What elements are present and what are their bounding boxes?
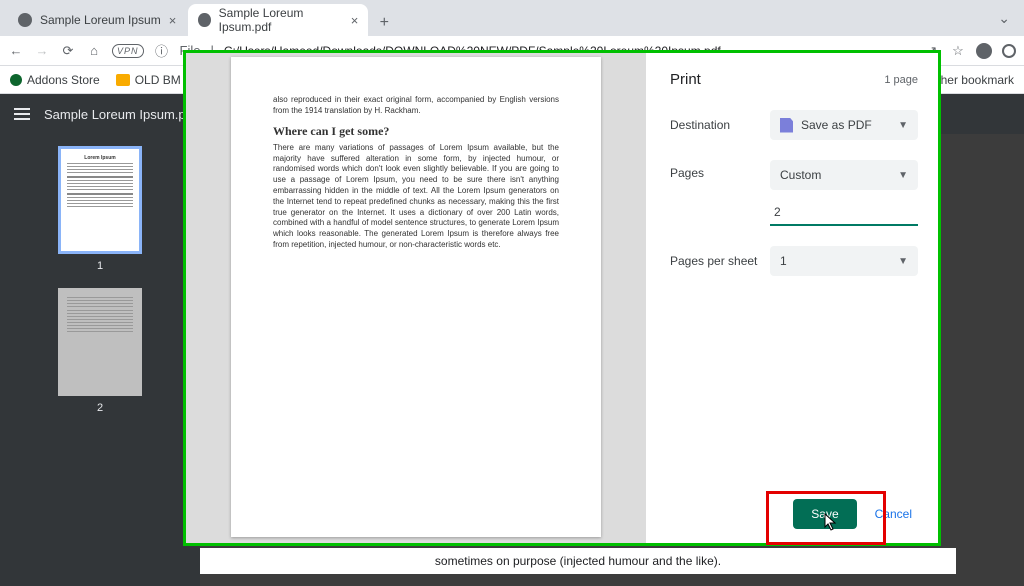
bookmark-label: OLD BM	[135, 73, 181, 87]
pages-per-sheet-label: Pages per sheet	[670, 254, 770, 268]
pages-label: Pages	[670, 160, 770, 180]
globe-icon	[18, 13, 32, 27]
pages-per-sheet-value: 1	[780, 254, 787, 268]
thumbnail-1[interactable]: Lorem Ipsum 1	[0, 146, 200, 272]
new-tab-button[interactable]: +	[370, 14, 398, 36]
destination-dropdown[interactable]: Save as PDF ▼	[770, 110, 918, 140]
tab-0[interactable]: Sample Loreum Ipsum ×	[8, 4, 186, 36]
pages-mode-dropdown[interactable]: Custom ▼	[770, 160, 918, 190]
reload-icon[interactable]: ⟳	[60, 43, 76, 59]
browser-tabstrip: Sample Loreum Ipsum × Sample Loreum Ipsu…	[0, 0, 1024, 36]
thumbnail-sidebar: Lorem Ipsum 1 2	[0, 134, 200, 586]
print-settings-panel: Print 1 page Destination Save as PDF ▼ P…	[646, 53, 938, 543]
star-icon[interactable]: ☆	[950, 43, 966, 59]
print-preview-area: also reproduced in their exact original …	[186, 53, 646, 543]
pages-mode-value: Custom	[780, 168, 821, 182]
destination-label: Destination	[670, 118, 770, 132]
extension-icon[interactable]	[976, 43, 992, 59]
preview-body: There are many variations of passages of…	[273, 143, 559, 251]
vpn-badge[interactable]: VPN	[112, 44, 144, 58]
pdf-filename: Sample Loreum Ipsum.pdf	[44, 107, 196, 122]
globe-icon	[198, 13, 210, 27]
close-icon[interactable]: ×	[351, 13, 359, 28]
cancel-button[interactable]: Cancel	[869, 499, 918, 529]
tab-1-active[interactable]: Sample Loreum Ipsum.pdf ×	[188, 4, 368, 36]
thumbnail-page	[58, 288, 142, 396]
chevron-down-icon: ▼	[898, 170, 908, 181]
print-page-count: 1 page	[884, 74, 918, 86]
site-info-icon[interactable]: ⓘ	[154, 43, 170, 59]
destination-value: Save as PDF	[801, 118, 872, 132]
tab-title: Sample Loreum Ipsum	[40, 13, 161, 27]
window-chevron-icon[interactable]: ⌄	[998, 10, 1010, 27]
menu-icon[interactable]	[14, 108, 30, 120]
thumbnail-2[interactable]: 2	[0, 288, 200, 414]
preview-paragraph: also reproduced in their exact original …	[273, 95, 559, 117]
page-text-fragment: sometimes on purpose (injected humour an…	[200, 548, 956, 574]
print-dialog: also reproduced in their exact original …	[183, 50, 941, 546]
back-icon[interactable]: ←	[8, 43, 24, 59]
tab-title: Sample Loreum Ipsum.pdf	[219, 6, 343, 34]
store-icon	[10, 74, 22, 86]
bookmark-old-bm[interactable]: OLD BM	[116, 73, 181, 87]
print-preview-page: also reproduced in their exact original …	[231, 57, 601, 537]
thumbnail-page: Lorem Ipsum	[58, 146, 142, 254]
home-icon[interactable]: ⌂	[86, 43, 102, 59]
extension-icon[interactable]	[1002, 44, 1016, 58]
save-button[interactable]: Save	[793, 499, 856, 529]
bookmark-addons-store[interactable]: Addons Store	[10, 73, 100, 87]
pages-range-input[interactable]	[770, 200, 918, 226]
forward-icon[interactable]: →	[34, 43, 50, 59]
bookmark-label: Addons Store	[27, 73, 100, 87]
pdf-icon	[780, 118, 793, 133]
chevron-down-icon: ▼	[898, 256, 908, 267]
close-icon[interactable]: ×	[169, 13, 177, 28]
pages-per-sheet-dropdown[interactable]: 1 ▼	[770, 246, 918, 276]
thumbnail-number: 1	[97, 260, 103, 272]
preview-heading: Where can I get some?	[273, 123, 559, 139]
chevron-down-icon: ▼	[898, 120, 908, 131]
print-title: Print	[670, 71, 701, 88]
dialog-actions: Save Cancel	[670, 499, 918, 529]
thumbnail-number: 2	[97, 402, 103, 414]
folder-icon	[116, 74, 130, 86]
thumb-title: Lorem Ipsum	[67, 155, 133, 161]
